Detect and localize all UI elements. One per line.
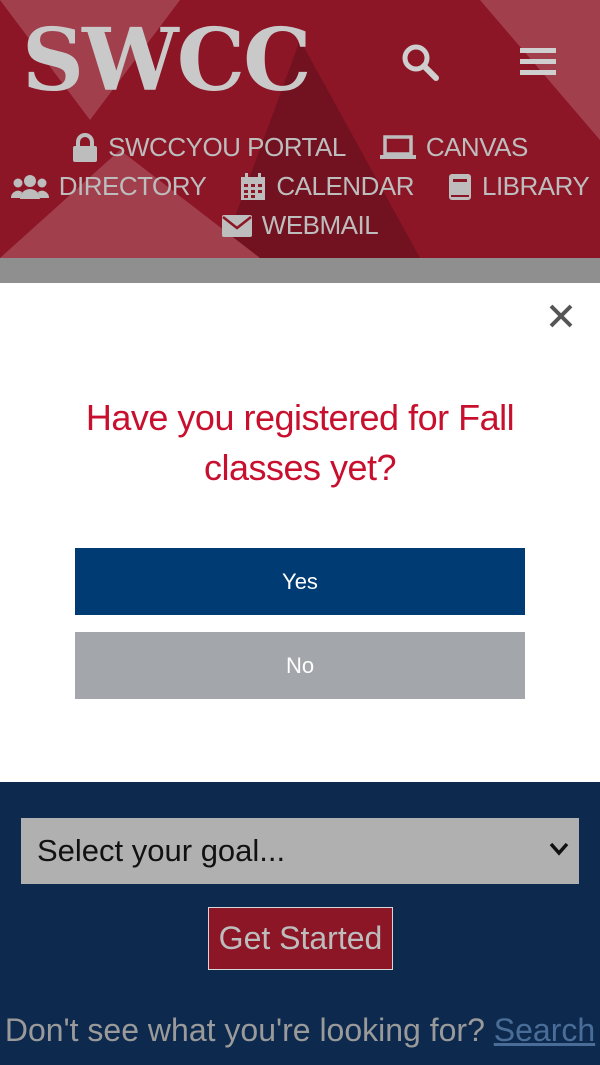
link-directory[interactable]: DIRECTORY bbox=[10, 171, 207, 202]
envelope-icon bbox=[221, 214, 252, 237]
goal-select[interactable]: Select your goal... bbox=[21, 818, 579, 884]
i-want-to-heading bbox=[0, 782, 600, 794]
site-header: SWCC SWCCYOU PORTAL CANVAS DIRECTORY CAL… bbox=[0, 0, 600, 258]
registration-modal: Have you registered for Fall classes yet… bbox=[0, 283, 600, 782]
no-button[interactable]: No bbox=[75, 632, 525, 699]
calendar-icon bbox=[241, 172, 266, 200]
yes-button[interactable]: Yes bbox=[75, 548, 525, 615]
goal-select-value: Select your goal... bbox=[37, 833, 286, 868]
hamburger-menu-icon[interactable] bbox=[516, 40, 560, 84]
footer-text: Don't see what you're looking for? bbox=[4, 1012, 485, 1048]
footer-prompt: Don't see what you're looking for? Searc… bbox=[0, 1012, 600, 1049]
link-library[interactable]: LIBRARY bbox=[448, 171, 590, 202]
laptop-icon bbox=[379, 134, 416, 159]
chevron-down-icon bbox=[549, 842, 569, 856]
link-calendar[interactable]: CALENDAR bbox=[240, 171, 414, 202]
book-icon bbox=[448, 173, 471, 200]
search-icon[interactable] bbox=[398, 40, 442, 84]
users-icon bbox=[10, 174, 49, 199]
modal-question: Have you registered for Fall classes yet… bbox=[85, 397, 515, 488]
close-icon[interactable] bbox=[544, 299, 578, 333]
link-webmail[interactable]: WEBMAIL bbox=[221, 210, 379, 241]
get-started-button[interactable]: Get Started bbox=[208, 907, 393, 970]
swcc-logo[interactable]: SWCC bbox=[22, 18, 312, 104]
search-link[interactable]: Search bbox=[494, 1012, 595, 1048]
link-canvas[interactable]: CANVAS bbox=[379, 132, 528, 163]
lock-icon bbox=[73, 132, 98, 162]
link-swccyou-portal[interactable]: SWCCYOU PORTAL bbox=[72, 132, 346, 163]
